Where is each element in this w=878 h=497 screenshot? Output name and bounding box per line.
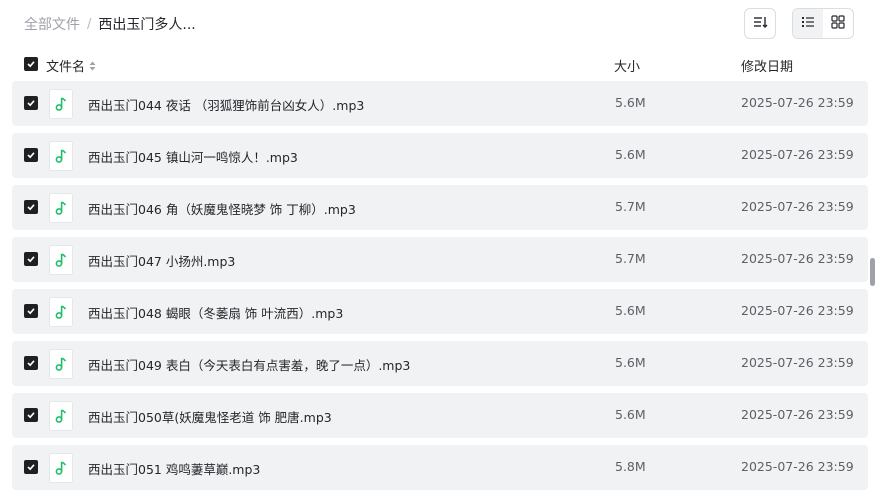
breadcrumb-root-link[interactable]: 全部文件 <box>24 14 80 34</box>
file-date: 2025-07-26 23:59 <box>741 251 854 266</box>
file-list: 西出玉门044 夜话 （羽狐狸饰前台凶女人）.mp3 5.6M 2025-07-26… <box>12 81 868 497</box>
file-size: 5.6M <box>615 355 646 370</box>
file-size: 5.7M <box>615 199 646 214</box>
audio-file-icon <box>49 245 73 275</box>
column-header-name-label: 文件名 <box>46 60 86 75</box>
audio-file-icon <box>49 141 73 171</box>
select-all-checkbox[interactable] <box>24 57 38 71</box>
file-row[interactable]: 西出玉门044 夜话 （羽狐狸饰前台凶女人）.mp3 5.6M 2025-07-26… <box>12 81 868 126</box>
file-date: 2025-07-26 23:59 <box>741 199 854 214</box>
row-checkbox[interactable] <box>24 200 38 214</box>
file-row[interactable]: 西出玉门046 角（妖魔鬼怪晓梦 饰 丁柳）.mp3 5.7M 2025-07-26… <box>12 185 868 230</box>
row-checkbox[interactable] <box>24 252 38 266</box>
list-view-icon <box>801 14 815 33</box>
audio-file-icon <box>49 349 73 379</box>
table-header: 文件名 大小 修改日期 <box>0 48 878 80</box>
file-name[interactable]: 西出玉门050草(妖魔鬼怪老道 饰 肥唐.mp3 <box>88 407 332 426</box>
file-row[interactable]: 西出玉门047 小扬州.mp3 5.7M 2025-07-26 23:59 <box>12 237 868 282</box>
row-checkbox[interactable] <box>24 356 38 370</box>
grid-view-icon <box>831 14 845 33</box>
file-date: 2025-07-26 23:59 <box>741 355 854 370</box>
file-date: 2025-07-26 23:59 <box>741 303 854 318</box>
column-header-name[interactable]: 文件名 <box>46 56 96 75</box>
file-name[interactable]: 西出玉门051 鸡鸣萋草巅.mp3 <box>88 459 260 478</box>
view-toggle <box>792 8 854 39</box>
top-bar: 全部文件 / 西出玉门多人... <box>0 0 878 48</box>
audio-file-icon <box>49 297 73 327</box>
sort-button[interactable] <box>744 8 776 39</box>
file-name[interactable]: 西出玉门049 表白（今天表白有点害羞，晚了一点）.mp3 <box>88 355 410 374</box>
row-checkbox[interactable] <box>24 96 38 110</box>
file-name[interactable]: 西出玉门046 角（妖魔鬼怪晓梦 饰 丁柳）.mp3 <box>88 199 356 218</box>
audio-file-icon <box>49 401 73 431</box>
file-name[interactable]: 西出玉门044 夜话 （羽狐狸饰前台凶女人）.mp3 <box>88 95 364 114</box>
breadcrumb-current-folder: 西出玉门多人... <box>98 17 196 33</box>
row-checkbox[interactable] <box>24 460 38 474</box>
file-row[interactable]: 西出玉门045 镇山河一鸣惊人！.mp3 5.6M 2025-07-26 23:59 <box>12 133 868 178</box>
list-view-button[interactable] <box>793 9 823 38</box>
column-header-size[interactable]: 大小 <box>614 56 640 75</box>
breadcrumb: 全部文件 / 西出玉门多人... <box>24 14 196 34</box>
file-size: 5.8M <box>615 459 646 474</box>
column-header-date[interactable]: 修改日期 <box>741 56 793 75</box>
file-row[interactable]: 西出玉门050草(妖魔鬼怪老道 饰 肥唐.mp3 5.6M 2025-07-26 2… <box>12 393 868 438</box>
file-row[interactable]: 西出玉门049 表白（今天表白有点害羞，晚了一点）.mp3 5.6M 2025-07… <box>12 341 868 386</box>
file-size: 5.6M <box>615 303 646 318</box>
file-size: 5.7M <box>615 251 646 266</box>
file-name[interactable]: 西出玉门045 镇山河一鸣惊人！.mp3 <box>88 147 298 166</box>
file-date: 2025-07-26 23:59 <box>741 95 854 110</box>
row-checkbox[interactable] <box>24 148 38 162</box>
sort-caret-icon <box>89 61 96 71</box>
row-checkbox[interactable] <box>24 408 38 422</box>
breadcrumb-separator: / <box>87 16 92 32</box>
grid-view-button[interactable] <box>823 9 853 38</box>
file-row[interactable]: 西出玉门051 鸡鸣萋草巅.mp3 5.8M 2025-07-26 23:59 <box>12 445 868 490</box>
file-size: 5.6M <box>615 147 646 162</box>
file-row[interactable]: 西出玉门048 蝎眼（冬萎扇 饰 叶流西）.mp3 5.6M 2025-07-26 … <box>12 289 868 334</box>
sort-icon <box>752 14 768 34</box>
audio-file-icon <box>49 453 73 483</box>
file-date: 2025-07-26 23:59 <box>741 407 854 422</box>
scrollbar-thumb[interactable] <box>870 258 875 286</box>
row-checkbox[interactable] <box>24 304 38 318</box>
file-name[interactable]: 西出玉门048 蝎眼（冬萎扇 饰 叶流西）.mp3 <box>88 303 343 322</box>
audio-file-icon <box>49 193 73 223</box>
audio-file-icon <box>49 89 73 119</box>
file-date: 2025-07-26 23:59 <box>741 147 854 162</box>
file-size: 5.6M <box>615 95 646 110</box>
file-date: 2025-07-26 23:59 <box>741 459 854 474</box>
file-size: 5.6M <box>615 407 646 422</box>
file-name[interactable]: 西出玉门047 小扬州.mp3 <box>88 251 235 270</box>
